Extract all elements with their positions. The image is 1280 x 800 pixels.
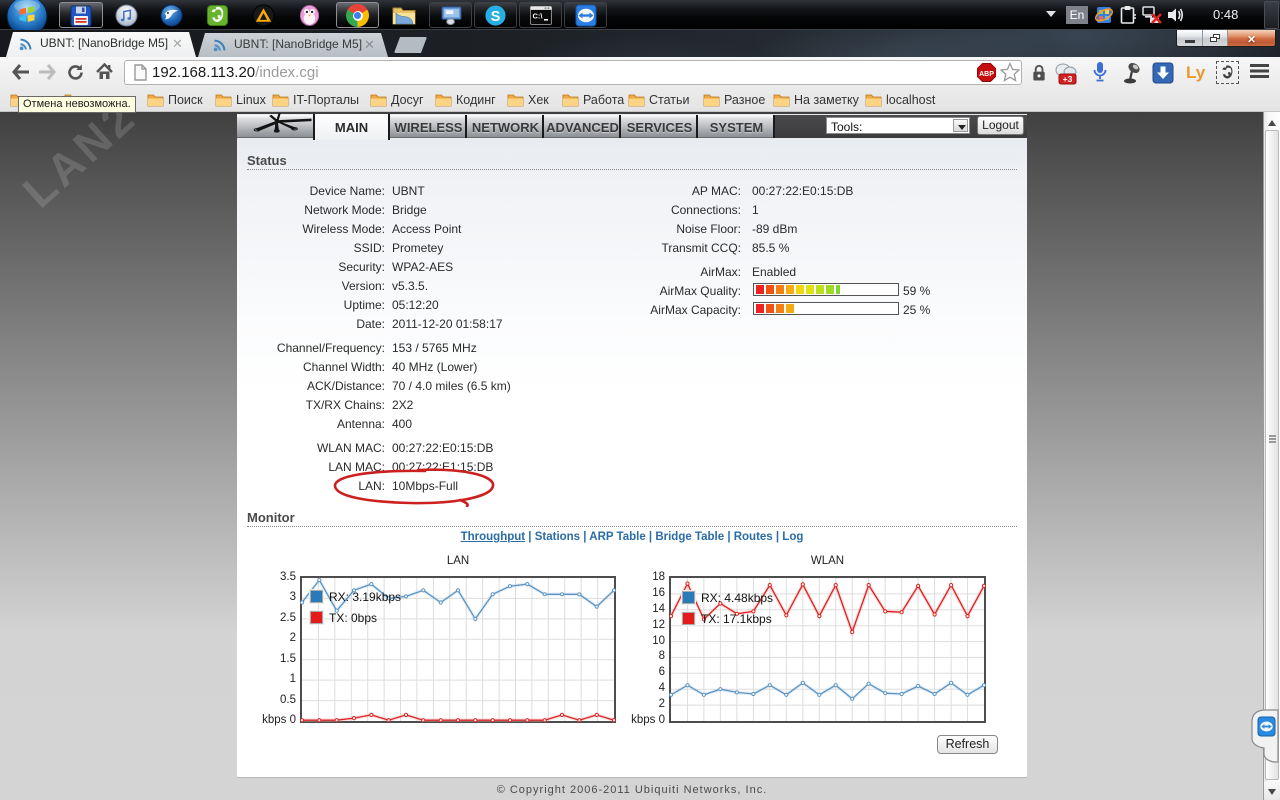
svg-text:+3: +3 [1063,74,1073,84]
svg-text:ABP: ABP [979,71,994,78]
svg-text:S: S [491,9,501,25]
svg-text:C:\: C:\ [533,12,544,21]
